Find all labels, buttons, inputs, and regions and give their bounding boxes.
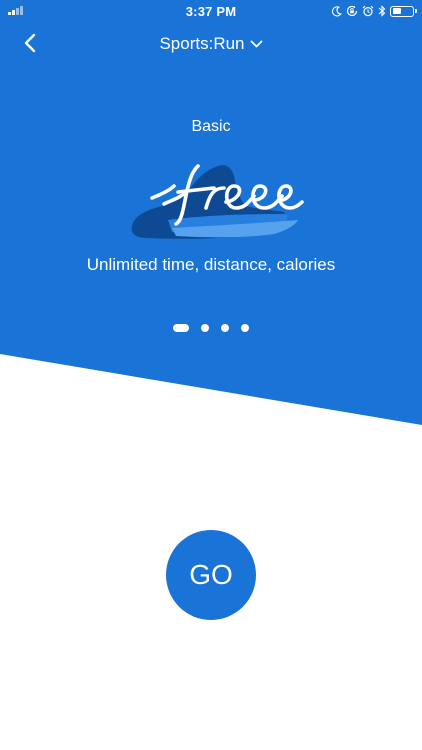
pager-dot-1[interactable] bbox=[173, 324, 189, 332]
sport-selector[interactable]: Sports:Run bbox=[111, 32, 311, 56]
bluetooth-icon bbox=[378, 5, 386, 17]
chevron-left-icon bbox=[24, 33, 36, 53]
battery-icon bbox=[390, 5, 417, 17]
moon-icon bbox=[331, 5, 342, 16]
back-button[interactable] bbox=[14, 28, 46, 58]
free-plan-illustration bbox=[131, 164, 304, 239]
go-button[interactable]: GO bbox=[166, 530, 256, 620]
running-shoe-icon bbox=[131, 165, 298, 239]
plan-pager bbox=[0, 324, 422, 332]
pager-dot-4[interactable] bbox=[241, 324, 249, 332]
rotation-lock-icon bbox=[346, 5, 358, 17]
status-bar: 3:37 PM bbox=[0, 0, 422, 22]
sport-selector-label: Sports:Run bbox=[159, 34, 245, 53]
plan-description: Unlimited time, distance, calories bbox=[86, 255, 336, 274]
pager-dot-3[interactable] bbox=[221, 324, 229, 332]
plan-title: Basic bbox=[191, 118, 231, 135]
pager-dot-2[interactable] bbox=[201, 324, 209, 332]
status-icons bbox=[331, 3, 417, 19]
alarm-icon bbox=[362, 5, 374, 17]
chevron-down-icon bbox=[250, 40, 262, 47]
